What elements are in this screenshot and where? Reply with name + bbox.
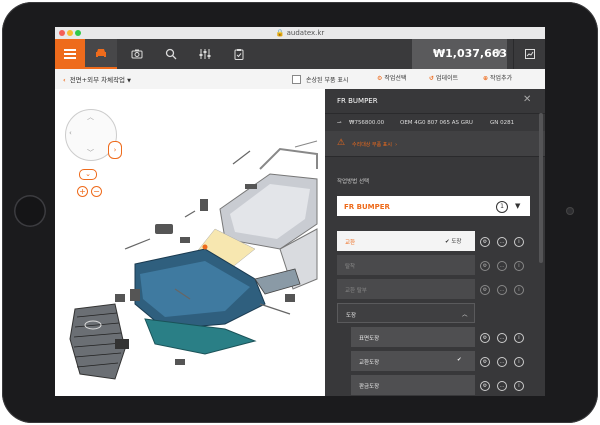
gear-icon[interactable]: ⚙ [480,261,490,271]
comment-icon[interactable]: … [497,381,507,391]
comment-icon[interactable]: … [497,333,507,343]
menu-icon [64,49,76,51]
work-method-label: 작업방법 선택 [337,179,370,185]
part-price: ₩756800.00 [349,120,385,126]
breadcrumb[interactable]: ‹ 전면+외부 차체작업 ▼ [63,74,131,84]
comment-icon[interactable]: … [497,261,507,271]
app-screen: 🔒 audatex.kr ₩1,037,663 ▼ ‹ 전면+외부 차체작업 ▼… [55,27,545,396]
gear-icon[interactable]: ⚙ [480,333,490,343]
url-display[interactable]: 🔒 audatex.kr [55,28,545,38]
link-icon: ⊸ [337,120,342,126]
dropdown-value: FR BUMPER [344,203,390,211]
menu-button[interactable] [55,39,85,69]
part-gn: GN 0281 [490,120,515,126]
repair-target-label: 수리대상 부품 표시 › [352,142,398,148]
chevron-down-icon: ▼ [515,202,521,210]
checkbox[interactable] [292,75,301,84]
comment-icon[interactable]: … [497,237,507,247]
panel-title: FR BUMPER [337,97,378,105]
gear-icon[interactable]: ⚙ [480,285,490,295]
clipboard-icon[interactable] [233,48,245,60]
part-detail-panel: FR BUMPER ✕ ⊸ ₩756800.00 OEM 4G0 807 065… [325,89,545,396]
work-select-button[interactable]: ⚙ 작업선택 [377,75,406,83]
close-icon[interactable]: ✕ [523,94,531,105]
parts-3d-viewer[interactable]: ︿ ‹ ﹀ › ⌄ + − [55,89,325,396]
panel-scrollbar[interactable] [539,113,543,263]
sub-toolbar: ‹ 전면+외부 차체작업 ▼ 손상된 부품 표시 ⚙ 작업선택 ↺ 업데이트 ⊕ 작업추… [55,69,545,90]
gear-icon[interactable]: ⚙ [480,381,490,391]
chevron-up-icon: ︿ [462,312,468,318]
repair-target-toggle[interactable]: ⚠ 수리대상 부품 표시 › [325,131,545,157]
update-button[interactable]: ↺ 업데이트 [429,75,458,83]
info-icon[interactable]: i [514,261,524,271]
info-icon[interactable]: i [514,285,524,295]
work-row-replace[interactable]: 교환 ✔ 도장 [337,231,475,251]
search-icon[interactable] [165,48,177,60]
part-oem: OEM 4G0 807 065 AS GRU [400,120,473,126]
estimate-total[interactable]: ₩1,037,663 ▼ [412,39,507,69]
refresh-icon: ↺ [429,75,435,82]
row-actions: ⚙ … i [480,381,535,395]
chevron-down-icon: ▼ [496,49,502,57]
info-icon[interactable]: i [514,333,524,343]
url-text: audatex.kr [286,29,325,37]
info-icon[interactable]: i [514,381,524,391]
home-button[interactable] [14,195,46,227]
work-row-replace-detach[interactable]: 교환 탈부 [337,279,475,299]
row-actions: ⚙ … i [480,333,535,347]
chevron-left-icon: ‹ [63,76,66,84]
show-damaged-parts-toggle[interactable]: 손상된 부품 표시 [292,75,348,85]
panel-header: FR BUMPER ✕ [325,89,545,114]
tab-vehicle[interactable] [85,39,117,69]
tablet-frame: 🔒 audatex.kr ₩1,037,663 ▼ ‹ 전면+외부 차체작업 ▼… [0,0,600,425]
comment-icon[interactable]: … [497,357,507,367]
info-icon[interactable]: i [514,357,524,367]
row-actions: ⚙ … i [480,237,535,251]
breadcrumb-label: 전면+외부 차체작업 [69,76,126,84]
work-row-sheetmetal-paint[interactable]: 판금도장 [351,375,475,395]
row-actions: ⚙ … i [480,285,535,299]
gear-icon[interactable]: ⚙ [480,237,490,247]
camera-icon[interactable] [131,48,143,60]
plus-circle-icon: ⊕ [483,75,489,82]
document-chart-icon [525,49,535,59]
work-row-replace-paint[interactable]: 교환도장 ✔ [351,351,475,371]
checkbox-label: 손상된 부품 표시 [306,77,349,84]
exploded-car-model[interactable] [55,89,325,396]
row-actions: ⚙ … i [480,357,535,371]
row-actions: ⚙ … i [480,261,535,275]
warning-icon: ⚠ [337,138,346,148]
work-group-paint[interactable]: 도장 ︿ [337,303,475,323]
report-button[interactable] [513,39,545,69]
top-toolbar: ₩1,037,663 ▼ [55,39,545,69]
settings-icon: ⚙ [377,75,383,82]
part-info-row: ⊸ ₩756800.00 OEM 4G0 807 065 AS GRU GN 0… [325,113,545,132]
sliders-icon[interactable] [199,48,211,60]
comment-icon[interactable]: … [497,285,507,295]
add-work-button[interactable]: ⊕ 작업추가 [483,75,512,83]
car-icon [96,49,106,57]
front-camera [566,207,574,215]
work-row-detach[interactable]: 탈착 [337,255,475,275]
work-row-surface-paint[interactable]: 표면도장 [351,327,475,347]
lock-icon: 🔒 [275,29,285,37]
chevron-down-icon: ▼ [127,78,131,84]
gear-icon[interactable]: ⚙ [480,357,490,367]
dropdown-count: 1 [496,201,508,213]
part-select-dropdown[interactable]: FR BUMPER 1 ▼ [337,196,530,216]
info-icon[interactable]: i [514,237,524,247]
